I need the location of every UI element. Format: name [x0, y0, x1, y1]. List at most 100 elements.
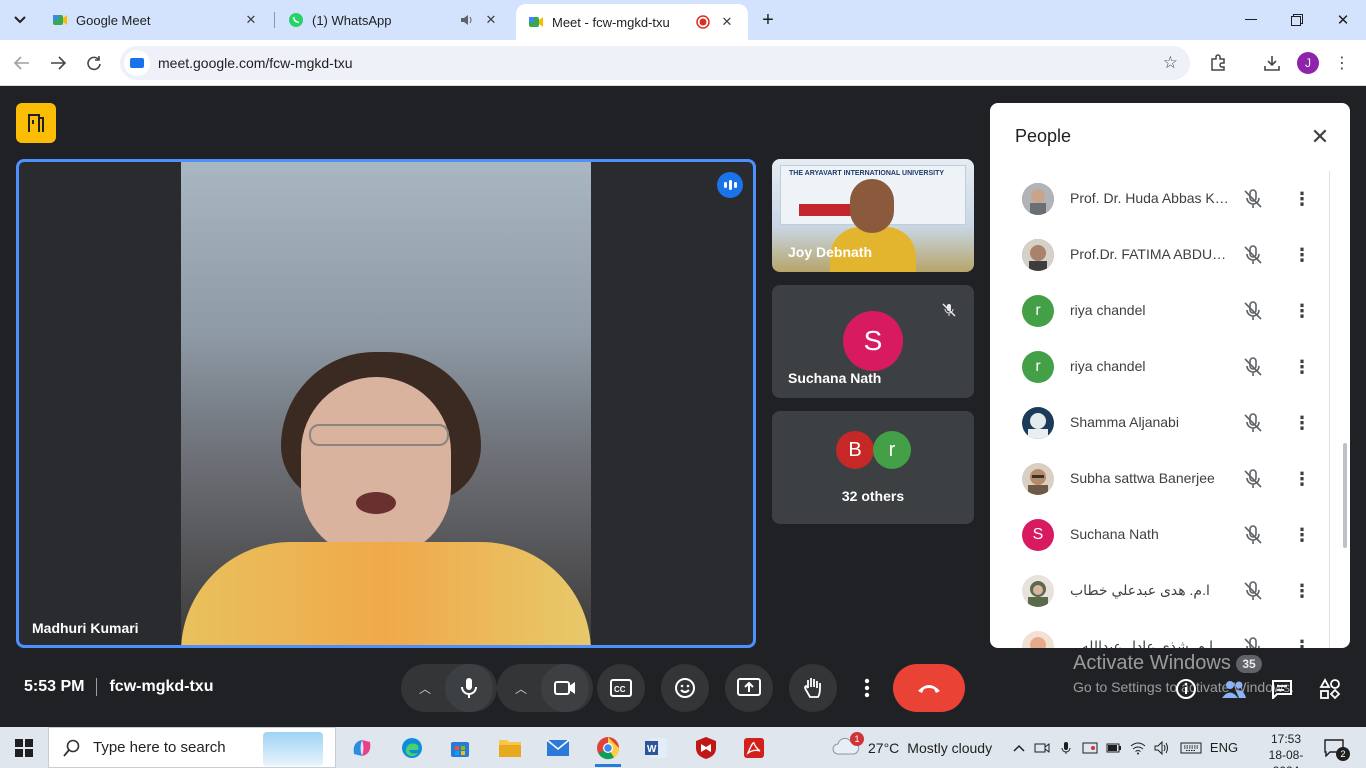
notification-center-button[interactable]: 2 [1322, 737, 1350, 761]
show-hidden-icons[interactable] [1010, 727, 1028, 768]
input-language[interactable]: ENG [1208, 727, 1240, 768]
main-speaker-tile[interactable]: Madhuri Kumari [16, 159, 756, 648]
present-button[interactable] [725, 664, 773, 712]
tab-search-button[interactable] [8, 8, 32, 32]
start-button[interactable] [0, 727, 48, 768]
profile-avatar[interactable]: J [1297, 52, 1319, 74]
chrome-icon[interactable] [591, 731, 625, 767]
mute-participant-icon[interactable] [1242, 580, 1264, 602]
close-tab-icon[interactable]: ✕ [718, 13, 736, 31]
mute-participant-icon[interactable] [1242, 524, 1264, 546]
keyboard-icon[interactable] [1178, 727, 1204, 768]
more-options-icon[interactable]: ⋮ [1290, 635, 1314, 649]
close-icon[interactable]: ✕ [1308, 124, 1332, 149]
meeting-time: 5:53 PM [24, 678, 85, 695]
bookmark-star-icon[interactable]: ☆ [1163, 53, 1178, 73]
more-options-icon[interactable]: ⋮ [1290, 523, 1314, 547]
store-icon[interactable] [443, 731, 477, 764]
chat-icon[interactable] [1269, 676, 1295, 702]
participant-name: ا.م. شذى عادل عبدالله... [1070, 638, 1213, 648]
mute-participant-icon[interactable] [1242, 636, 1264, 648]
list-item[interactable]: r riya chandel ⋮ [990, 339, 1329, 395]
leave-call-button[interactable] [893, 664, 965, 712]
list-item[interactable]: r riya chandel ⋮ [990, 283, 1329, 339]
close-tab-icon[interactable]: ✕ [482, 11, 500, 29]
meet-companion-icon[interactable] [16, 103, 56, 143]
mic-in-use-icon[interactable] [1056, 727, 1076, 768]
tab-meet-active[interactable]: Meet - fcw-mgkd-txu ✕ [516, 4, 748, 40]
others-tile[interactable]: B r 32 others [772, 411, 974, 524]
battery-icon[interactable] [1104, 727, 1124, 768]
more-options-icon[interactable]: ⋮ [1290, 243, 1314, 267]
list-item[interactable]: Prof. Dr. Huda Abbas Ka... ⋮ [990, 171, 1329, 227]
more-options-button[interactable] [843, 664, 891, 712]
more-options-icon[interactable]: ⋮ [1290, 355, 1314, 379]
more-options-icon[interactable]: ⋮ [1290, 187, 1314, 211]
reload-button[interactable] [82, 51, 106, 75]
list-item[interactable]: Shamma Aljanabi ⋮ [990, 395, 1329, 451]
back-button[interactable] [10, 51, 34, 75]
more-options-icon[interactable]: ⋮ [1290, 299, 1314, 323]
file-explorer-icon[interactable] [493, 731, 527, 764]
participant-tile-suchana[interactable]: S Suchana Nath [772, 285, 974, 398]
browser-menu-icon[interactable]: ⋮ [1330, 51, 1354, 75]
list-item[interactable]: S Suchana Nath ⋮ [990, 507, 1329, 563]
list-item[interactable]: Subha sattwa Banerjee ⋮ [990, 451, 1329, 507]
weather-widget[interactable]: 1 27°C Mostly cloudy [832, 727, 992, 768]
new-tab-button[interactable]: + [756, 8, 780, 32]
copilot-icon[interactable] [345, 731, 379, 764]
list-item[interactable]: ا.م. هدى عبدعلي خطاب ⋮ [990, 563, 1329, 619]
scrollbar[interactable] [1343, 443, 1347, 548]
more-options-icon[interactable]: ⋮ [1290, 579, 1314, 603]
microphone-button[interactable] [445, 664, 493, 712]
minimize-button[interactable] [1228, 0, 1274, 40]
mic-options-chevron-icon[interactable]: ︿ [405, 680, 445, 697]
edge-icon[interactable] [395, 731, 429, 764]
forward-button[interactable] [46, 51, 70, 75]
activities-icon[interactable] [1317, 676, 1343, 702]
mute-participant-icon[interactable] [1242, 468, 1264, 490]
windows-taskbar: Type here to search W 1 27°C Mostly clou… [0, 727, 1366, 768]
restore-button[interactable] [1274, 0, 1320, 40]
browser-tab-bar: Google Meet ✕ (1) WhatsApp ✕ Meet - fcw-… [0, 0, 1366, 40]
close-window-button[interactable]: ✕ [1320, 0, 1366, 40]
mcafee-icon[interactable] [689, 731, 723, 764]
captions-button[interactable]: CC [597, 664, 645, 712]
more-options-icon[interactable]: ⋮ [1290, 467, 1314, 491]
camera-options-chevron-icon[interactable]: ︿ [501, 680, 541, 697]
mute-participant-icon[interactable] [1242, 300, 1264, 322]
reactions-button[interactable] [661, 664, 709, 712]
wifi-icon[interactable] [1128, 727, 1148, 768]
list-item[interactable]: Prof.Dr. FATIMA ABDUL ... ⋮ [990, 227, 1329, 283]
tab-whatsapp[interactable]: (1) WhatsApp ✕ [276, 0, 512, 40]
mute-participant-icon[interactable] [1242, 356, 1264, 378]
mute-participant-icon[interactable] [1242, 412, 1264, 434]
screen-share-icon[interactable] [1080, 727, 1100, 768]
word-icon[interactable]: W [639, 731, 673, 764]
people-icon[interactable] [1221, 676, 1247, 702]
close-tab-icon[interactable]: ✕ [242, 11, 260, 29]
meeting-details-icon[interactable] [1173, 676, 1199, 702]
meeting-code[interactable]: fcw-mgkd-txu [109, 678, 213, 696]
camera-button[interactable] [541, 664, 589, 712]
mute-participant-icon[interactable] [1242, 188, 1264, 210]
people-count-badge: 35 [1236, 655, 1262, 673]
more-options-icon[interactable]: ⋮ [1290, 411, 1314, 435]
mute-participant-icon[interactable] [1242, 244, 1264, 266]
download-icon[interactable] [1260, 51, 1284, 75]
system-clock[interactable]: 17:53 18-08-2024 [1256, 731, 1316, 768]
tab-google-meet[interactable]: Google Meet ✕ [40, 0, 272, 40]
camera-in-use-icon[interactable] [1032, 727, 1052, 768]
site-info-icon[interactable] [124, 50, 150, 76]
participant-tile-joy[interactable]: THE ARYAVART INTERNATIONAL UNIVERSITY Jo… [772, 159, 974, 272]
omnibox[interactable]: meet.google.com/fcw-mgkd-txu ☆ [120, 46, 1190, 80]
list-item[interactable]: ا.م. شذى عادل عبدالله... ⋮ [990, 619, 1329, 649]
raise-hand-button[interactable] [789, 664, 837, 712]
mail-icon[interactable] [541, 731, 575, 764]
speaker-icon[interactable] [458, 11, 476, 29]
url-text[interactable]: meet.google.com/fcw-mgkd-txu [158, 55, 353, 71]
volume-icon[interactable] [1152, 727, 1172, 768]
taskbar-search-box[interactable]: Type here to search [48, 727, 336, 768]
extensions-icon[interactable] [1206, 51, 1230, 75]
acrobat-icon[interactable] [737, 731, 771, 764]
